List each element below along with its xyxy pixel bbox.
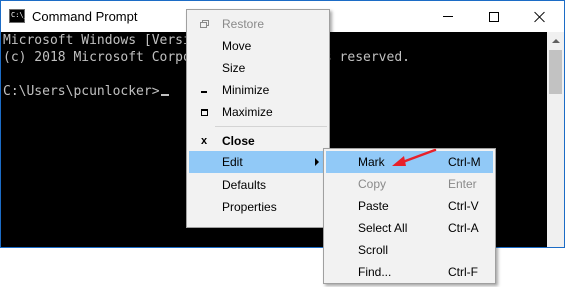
menu-item-label: Minimize xyxy=(222,83,270,97)
menu-item-shortcut: Ctrl-F xyxy=(448,265,478,279)
minimize-icon xyxy=(443,16,453,17)
arrow-up-icon xyxy=(551,38,560,43)
close-icon: x xyxy=(200,135,208,147)
menu-item-label: Move xyxy=(222,39,252,53)
close-window-button[interactable] xyxy=(517,1,563,32)
annotation-arrow-icon xyxy=(392,148,437,166)
restore-icon xyxy=(200,20,209,28)
menu-item-move[interactable]: Move xyxy=(189,35,327,57)
menu-separator xyxy=(215,126,327,127)
menu-item-edit[interactable]: Edit xyxy=(189,151,327,173)
menu-item-shortcut: Ctrl-V xyxy=(448,199,479,213)
system-menu: Restore Move Size Minimize Maximize x Cl… xyxy=(186,9,330,228)
menu-item-properties[interactable]: Properties xyxy=(189,196,327,218)
menu-item-label: Copy xyxy=(358,177,387,191)
close-icon xyxy=(534,11,546,23)
console-app-icon[interactable]: C:\_ xyxy=(9,9,28,23)
minimize-window-button[interactable] xyxy=(425,1,471,32)
text-cursor xyxy=(160,94,169,96)
menu-item-label: Restore xyxy=(222,17,265,31)
menu-item-label: Maximize xyxy=(222,105,273,119)
menu-item-label: Paste xyxy=(358,199,389,213)
console-prompt: C:\Users\pcunlocker> xyxy=(3,84,160,99)
menu-item-label: Close xyxy=(222,134,255,148)
scroll-thumb[interactable] xyxy=(549,50,562,94)
menu-item-label: Find... xyxy=(358,265,392,279)
menu-item-size[interactable]: Size xyxy=(189,57,327,79)
menu-item-defaults[interactable]: Defaults xyxy=(189,174,327,196)
menu-item-label: Properties xyxy=(222,200,277,214)
submenu-item-copy[interactable]: Copy Enter xyxy=(326,173,493,195)
menu-item-minimize[interactable]: Minimize xyxy=(189,79,327,101)
menu-item-shortcut: Enter xyxy=(448,177,477,191)
menu-item-shortcut: Ctrl-A xyxy=(448,221,479,235)
menu-item-close[interactable]: x Close xyxy=(189,130,327,152)
maximize-icon xyxy=(489,11,499,22)
window-title: Command Prompt xyxy=(32,9,138,24)
submenu-item-scroll[interactable]: Scroll xyxy=(326,239,493,261)
submenu-item-select-all[interactable]: Select All Ctrl-A xyxy=(326,217,493,239)
menu-item-shortcut: Ctrl-M xyxy=(448,155,481,169)
maximize-icon xyxy=(200,108,208,116)
menu-item-label: Scroll xyxy=(358,243,389,257)
maximize-window-button[interactable] xyxy=(471,1,517,32)
menu-item-label: Edit xyxy=(222,155,243,169)
vertical-scrollbar[interactable] xyxy=(547,32,564,247)
menu-item-label: Size xyxy=(222,61,246,75)
scroll-up-button[interactable] xyxy=(547,32,564,49)
menu-item-label: Defaults xyxy=(222,178,267,192)
menu-item-maximize[interactable]: Maximize xyxy=(189,101,327,123)
submenu-item-find[interactable]: Find... Ctrl-F xyxy=(326,261,493,283)
submenu-item-paste[interactable]: Paste Ctrl-V xyxy=(326,195,493,217)
minimize-icon xyxy=(201,91,207,93)
chevron-right-icon xyxy=(315,158,319,166)
menu-item-label: Select All xyxy=(358,221,408,235)
menu-item-restore[interactable]: Restore xyxy=(189,13,327,35)
